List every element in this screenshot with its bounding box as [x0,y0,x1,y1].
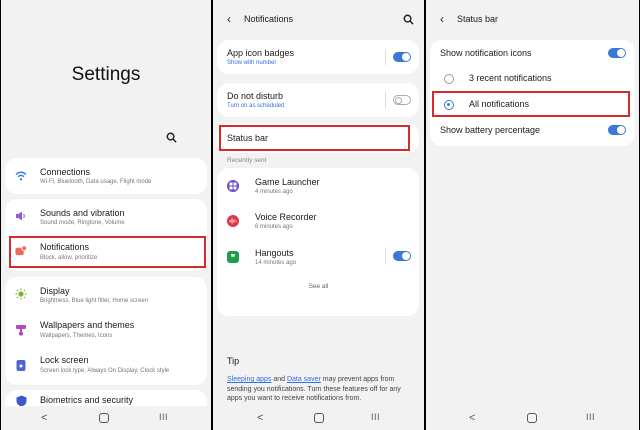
app-time: 4 minutes ago [255,189,293,195]
settings-item-sub: Screen lock type, Always On Display, Clo… [40,368,170,374]
search-icon[interactable] [402,13,414,25]
show-notification-icons-toggle[interactable] [608,48,626,58]
battery-percentage-toggle[interactable] [608,125,626,135]
option-label: 3 recent notifications [469,73,552,83]
back-icon[interactable]: < [469,412,475,424]
section-header: Recently sent [227,157,267,164]
recent-apps-icon[interactable]: III [159,412,168,422]
settings-panel: Settings Connections Wi-Fi, Bluetooth, D… [1,0,211,430]
sun-icon [15,288,27,300]
highlight-box [9,236,206,268]
radio-3-recent[interactable] [444,74,454,84]
back-icon[interactable]: < [257,412,263,424]
settings-item-label: Wallpapers and themes [40,320,135,330]
highlight-box [219,125,410,151]
sleeping-apps-link[interactable]: Sleeping apps [227,376,271,383]
settings-item-wallpapers[interactable]: Wallpapers and themes Wallpapers, Themes… [5,313,207,349]
lock-screen-icon [15,359,27,371]
wifi-icon [15,170,27,182]
do-not-disturb-row[interactable]: Do not disturb Turn on as scheduled [217,83,419,117]
app-icon-badges-row[interactable]: App icon badges Show with number [217,40,419,74]
back-arrow-icon[interactable]: ‹ [440,12,444,26]
tip-text: Sleeping apps and Data saver may prevent… [227,375,417,404]
home-icon[interactable] [314,413,324,423]
voice-recorder-icon [227,215,239,227]
show-battery-percentage-row[interactable]: Show battery percentage [430,120,635,142]
back-icon[interactable]: < [41,412,47,424]
settings-item-sub: Wallpapers, Themes, Icons [40,333,113,339]
app-name: Game Launcher [255,177,320,187]
settings-item-sounds[interactable]: Sounds and vibration Sound mode, Rington… [5,199,207,235]
settings-item-display[interactable]: Display Brightness, Blue light filter, H… [5,277,207,313]
app-time: 14 minutes ago [255,260,297,266]
show-notification-icons-row[interactable]: Show notification icons [430,42,635,64]
recent-apps-icon[interactable]: III [371,412,380,422]
app-time: 6 minutes ago [255,224,293,230]
settings-item-sub: Sound mode, Ringtone, Volume [40,220,125,226]
nav-bar: < III [426,406,639,430]
app-row-hangouts[interactable]: ❞ Hangouts 14 minutes ago [217,243,419,277]
nav-bar: < III [1,406,211,430]
do-not-disturb-toggle[interactable] [393,95,411,105]
tip-and: and [271,376,287,383]
setting-sub: Turn on as scheduled [227,103,285,109]
brush-icon [15,324,27,336]
speaker-icon [15,210,27,222]
settings-item-label: Biometrics and security [40,395,134,405]
settings-item-label: Connections [40,167,91,177]
tip-title: Tip [227,356,240,366]
setting-label: App icon badges [227,48,295,58]
status-bar-panel: ‹ Status bar Show notification icons 3 r… [426,0,639,430]
highlight-box [432,91,630,117]
setting-label: Do not disturb [227,91,284,101]
page-title: Settings [71,64,141,85]
page-title: Status bar [457,14,499,24]
app-row-game-launcher[interactable]: Game Launcher 4 minutes ago [217,170,419,204]
game-launcher-icon [227,180,239,192]
app-name: Hangouts [255,248,294,258]
divider [385,92,386,108]
nav-bar: < III [213,406,424,430]
settings-item-sub: Brightness, Blue light filter, Home scre… [40,298,149,304]
app-row-voice-recorder[interactable]: Voice Recorder 6 minutes ago [217,206,419,240]
page-title: Notifications [244,14,294,24]
settings-item-label: Lock screen [40,355,89,365]
divider [385,248,386,264]
home-icon[interactable] [99,413,109,423]
settings-item-sub: Wi-Fi, Bluetooth, Data usage, Flight mod… [40,179,152,185]
setting-label: Show battery percentage [440,125,541,135]
see-all-link[interactable]: See all [213,283,424,290]
settings-item-label: Display [40,286,70,296]
notifications-panel: ‹ Notifications App icon badges Show wit… [213,0,424,430]
hangouts-toggle[interactable] [393,251,411,261]
data-saver-link[interactable]: Data saver [287,376,321,383]
app-icon-badges-toggle[interactable] [393,52,411,62]
settings-item-label: Sounds and vibration [40,208,125,218]
settings-item-connections[interactable]: Connections Wi-Fi, Bluetooth, Data usage… [5,158,207,194]
setting-sub: Show with number [227,60,277,66]
settings-item-lock-screen[interactable]: Lock screen Screen lock type, Always On … [5,349,207,385]
recent-apps-icon[interactable]: III [586,412,595,422]
app-name: Voice Recorder [255,212,317,222]
divider [385,49,386,65]
search-icon[interactable] [165,131,177,143]
hangouts-icon: ❞ [227,251,239,263]
back-arrow-icon[interactable]: ‹ [227,12,231,26]
home-icon[interactable] [527,413,537,423]
setting-label: Show notification icons [440,48,532,58]
option-3-recent[interactable]: 3 recent notifications [430,68,635,90]
